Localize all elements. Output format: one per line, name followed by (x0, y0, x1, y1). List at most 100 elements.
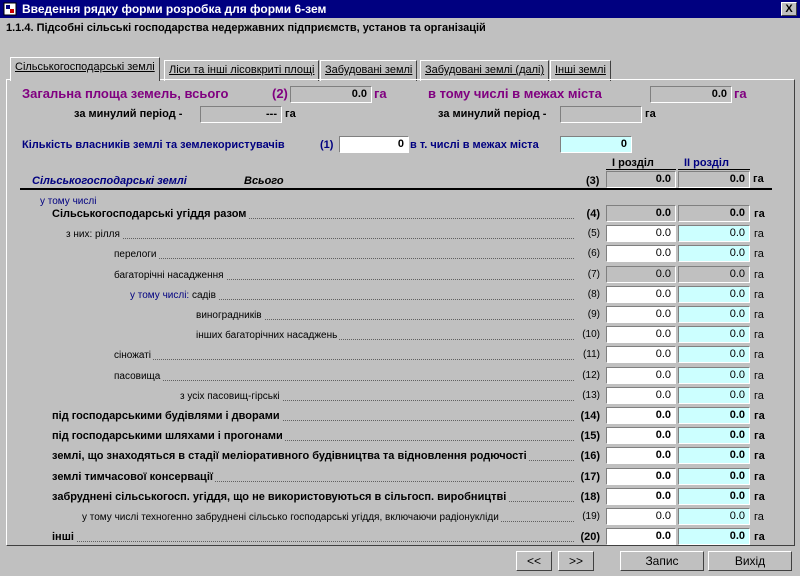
section2-input[interactable]: 0.0 (678, 387, 750, 404)
col2-underline (678, 169, 750, 170)
row-label-wrap: виноградників (196, 310, 264, 321)
tab-agricultural-lands[interactable]: Сільськогосподарські землі (10, 57, 160, 81)
section2-input[interactable]: 0.0 (678, 367, 750, 384)
row-label-text: під господарськими будівлями і дворами (52, 410, 280, 422)
row-label-wrap: з них: рілля (66, 229, 122, 240)
row-prefix: з них: (66, 229, 96, 240)
row-code: (4) (586, 208, 600, 220)
row-code: (8) (587, 289, 600, 300)
exit-button[interactable]: Вихід (708, 551, 792, 571)
section1-input[interactable]: 0.0 (606, 245, 676, 262)
row-label: під господарськими шляхами і прогонами (52, 430, 574, 444)
row-label-text: забруднені сільськогосп. угіддя, що не в… (52, 491, 507, 503)
section2-input: 0.0 (678, 205, 750, 222)
row-label: інші (52, 531, 574, 545)
row-label: землі тимчасової консервації (52, 471, 574, 485)
section1-input[interactable]: 0.0 (606, 528, 676, 545)
unit-label: га (754, 491, 765, 503)
close-button[interactable]: X (781, 2, 797, 16)
row-code: (11) (582, 349, 600, 360)
row-label-wrap: багаторічні насадження (114, 270, 226, 281)
row-label: інших багаторічних насаджень (196, 329, 574, 343)
table-row: землі, що знаходяться в стадії меліорати… (0, 446, 800, 466)
section2-input[interactable]: 0.0 (678, 488, 750, 505)
row-code: (18) (580, 491, 600, 503)
row-code: (19) (582, 511, 600, 522)
section1-input[interactable]: 0.0 (606, 225, 676, 242)
col2-header: ІІ розділ (684, 157, 729, 169)
total-label: Всього (244, 175, 284, 187)
table-row: багаторічні насадження (7) 0.0 0.0 га (0, 265, 800, 285)
section1-input[interactable]: 0.0 (606, 306, 676, 323)
unit-label: га (285, 108, 296, 120)
section1-input[interactable]: 0.0 (606, 447, 676, 464)
table-row: з усіх пасовищ-гірські (13) 0.0 0.0 га (0, 386, 800, 406)
dot-leader (114, 258, 574, 259)
section1-input: 0.0 (606, 266, 676, 283)
table-row: з них: рілля (5) 0.0 0.0 га (0, 224, 800, 244)
row-code: (13) (582, 390, 600, 401)
tab-forests[interactable]: Ліси та інші лісовкриті площі (164, 60, 320, 81)
section2-input[interactable]: 0.0 (678, 326, 750, 343)
prev-period-field: --- (200, 106, 282, 123)
unit-label: га (734, 86, 747, 101)
window-titlebar: Введення рядку форми розробка для форми … (0, 0, 800, 18)
section2-input[interactable]: 0.0 (678, 306, 750, 323)
row-label-wrap: під господарськими шляхами і прогонами (52, 430, 285, 442)
unit-label: га (754, 349, 764, 361)
table-row: виноградників (9) 0.0 0.0 га (0, 305, 800, 325)
section2-input[interactable]: 0.0 (678, 407, 750, 424)
unit-label: га (754, 269, 764, 281)
section1-input[interactable]: 0.0 (606, 367, 676, 384)
dot-leader (114, 380, 574, 381)
owners-count-input[interactable]: 0 (339, 136, 409, 153)
row-label-wrap: у тому числі техногенно забруднені сільс… (82, 512, 501, 523)
section1-input[interactable]: 0.0 (606, 286, 676, 303)
section2-input[interactable]: 0.0 (678, 286, 750, 303)
row-label-text: під господарськими шляхами і прогонами (52, 430, 283, 442)
section2-input[interactable]: 0.0 (678, 447, 750, 464)
row-code: (20) (580, 531, 600, 543)
table-row: перелоги (6) 0.0 0.0 га (0, 244, 800, 264)
section1-input[interactable]: 0.0 (606, 407, 676, 424)
unit-label: га (754, 228, 764, 240)
row-label: з них: рілля (66, 228, 574, 242)
section2-input[interactable]: 0.0 (678, 245, 750, 262)
section1-input[interactable]: 0.0 (606, 326, 676, 343)
section2-input[interactable]: 0.0 (678, 508, 750, 525)
save-button[interactable]: Запис (620, 551, 704, 571)
section1-input[interactable]: 0.0 (606, 387, 676, 404)
row-label: перелоги (114, 248, 574, 262)
section1-input[interactable]: 0.0 (606, 427, 676, 444)
tab-built-lands[interactable]: Забудовані землі (320, 60, 418, 81)
unit-label: га (645, 108, 656, 120)
row-code: (6) (587, 248, 600, 259)
tab-built-lands-continued[interactable]: Забудовані землі (далі) (420, 60, 550, 81)
next-button[interactable]: >> (558, 551, 594, 571)
table-row: землі тимчасової консервації (17) 0.0 0.0 га (0, 467, 800, 487)
tab-label: Сільськогосподарські землі (15, 61, 155, 73)
row-label: виноградників (196, 309, 574, 323)
row-label: пасовища (114, 370, 574, 384)
section1-input[interactable]: 0.0 (606, 468, 676, 485)
row-label-wrap: у тому числі: садів (130, 290, 218, 301)
row-code: (17) (580, 471, 600, 483)
table-row: сіножаті (11) 0.0 0.0 га (0, 345, 800, 365)
section2-input[interactable]: 0.0 (678, 346, 750, 363)
tab-label: Забудовані землі (далі) (425, 64, 545, 76)
dot-leader (114, 359, 574, 360)
section2-input[interactable]: 0.0 (678, 225, 750, 242)
row-label: землі, що знаходяться в стадії меліорати… (52, 450, 574, 464)
row-code: (9) (587, 309, 600, 320)
section2-input[interactable]: 0.0 (678, 528, 750, 545)
unit-label: га (754, 450, 765, 462)
section1-input[interactable]: 0.0 (606, 346, 676, 363)
row-code: (16) (580, 450, 600, 462)
section1-input[interactable]: 0.0 (606, 508, 676, 525)
prev-button[interactable]: << (516, 551, 552, 571)
owners-city-input[interactable]: 0 (560, 136, 632, 153)
section1-input[interactable]: 0.0 (606, 488, 676, 505)
tab-other-lands[interactable]: Інші землі (550, 60, 611, 81)
section2-input[interactable]: 0.0 (678, 427, 750, 444)
section2-input[interactable]: 0.0 (678, 468, 750, 485)
